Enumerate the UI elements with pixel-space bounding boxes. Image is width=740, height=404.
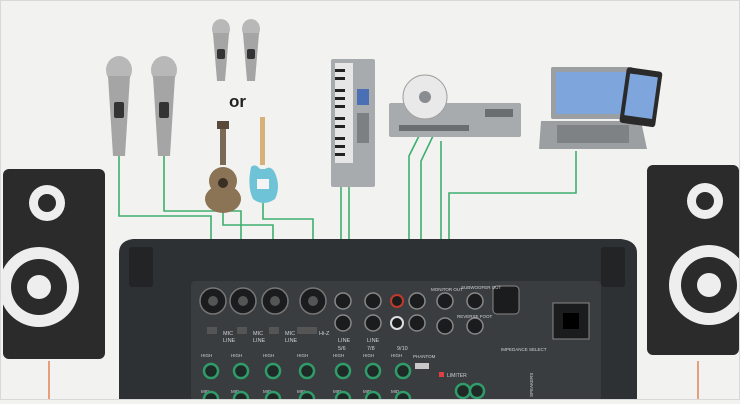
master-knob (468, 382, 486, 400)
eq-knob (202, 390, 220, 404)
subwoofer-out-label: SUBWOOFER OUT (461, 285, 502, 290)
speaker-icon (0, 169, 105, 359)
speakon-output (492, 285, 520, 315)
acoustic-guitar-icon (205, 121, 241, 213)
xlr-jack (229, 287, 257, 315)
line-jack (436, 317, 454, 335)
diagram-canvas: or MIC LINE MIC LINE MIC LINE Hi-Z LINE … (0, 19, 740, 404)
eq-high-label: HIGH (391, 353, 402, 358)
eq-high-label: HIGH (333, 353, 344, 358)
phantom-label: PHANTOM (413, 354, 436, 359)
impedance-label: IMPEDANCE SELECT (501, 347, 547, 352)
pad-button (207, 327, 217, 334)
eq-knob (298, 390, 316, 404)
line-jack (334, 292, 352, 310)
eq-high-label: HIGH (201, 353, 212, 358)
microphone-icon (212, 19, 230, 81)
rca-jack-red (390, 294, 404, 308)
eq-knob (298, 362, 316, 380)
master-knob (454, 382, 472, 400)
stereo-line-label: LINE (367, 338, 380, 344)
speaker-mode-label: SPEAKERS (529, 373, 534, 397)
mixer: MIC LINE MIC LINE MIC LINE Hi-Z LINE LIN… (119, 239, 637, 404)
pad-button (237, 327, 247, 334)
eq-high-label: HIGH (297, 353, 308, 358)
eq-high-label: HIGH (363, 353, 374, 358)
or-label: or (229, 92, 246, 111)
limiter-led (439, 372, 444, 377)
channel-label: MIC (285, 331, 295, 337)
pad-button (307, 327, 317, 334)
microphone-icon (151, 56, 177, 156)
eq-knob (232, 362, 250, 380)
eq-knob (364, 390, 382, 404)
channel-label: MIC (223, 331, 233, 337)
microphone-icon (242, 19, 260, 81)
channel-sub-label: LINE (223, 338, 236, 344)
eq-knob (334, 390, 352, 404)
stereo-channel-number: 7/8 (367, 346, 375, 352)
reverse-foot-label: REVERSE FOOT (457, 314, 493, 319)
eq-high-label: HIGH (263, 353, 274, 358)
channel-label: Hi-Z (319, 331, 330, 337)
rca-jack-white (390, 316, 404, 330)
xlr-jack (261, 287, 289, 315)
keyboard-synth-icon (331, 59, 375, 187)
line-jack (364, 314, 382, 332)
cd-player-icon (389, 74, 521, 137)
channel-label: MIC (253, 331, 263, 337)
stereo-channel-number: 5/6 (338, 346, 346, 352)
eq-knob (394, 362, 412, 380)
monitor-out-label: MONITOR OUT (431, 287, 463, 292)
pad-button (297, 327, 307, 334)
microphone-icon (106, 56, 132, 156)
connection-diagram: or MIC LINE MIC LINE MIC LINE Hi-Z LINE … (0, 0, 740, 404)
stereo-line-label: LINE (338, 338, 351, 344)
electric-guitar-icon (249, 117, 278, 203)
line-jack (466, 317, 484, 335)
eq-high-label: HIGH (231, 353, 242, 358)
eq-knob (394, 390, 412, 404)
eq-knob (334, 362, 352, 380)
eq-knob (364, 362, 382, 380)
eq-knob (264, 390, 282, 404)
line-jack (408, 292, 426, 310)
line-jack (334, 314, 352, 332)
speaker-icon (647, 165, 740, 355)
eq-knob (232, 390, 250, 404)
pad-button (269, 327, 279, 334)
line-jack (364, 292, 382, 310)
channel-sub-label: LINE (253, 338, 266, 344)
eq-knob (264, 362, 282, 380)
phantom-switch (415, 363, 429, 369)
eq-knob (202, 362, 220, 380)
channel-sub-label: LINE (285, 338, 298, 344)
line-jack (436, 292, 454, 310)
stereo-channel-number: 9/10 (397, 346, 408, 352)
xlr-jack (199, 287, 227, 315)
line-jack (466, 292, 484, 310)
limiter-label: LIMITER (447, 373, 467, 379)
xlr-jack (299, 287, 327, 315)
line-jack (408, 314, 426, 332)
